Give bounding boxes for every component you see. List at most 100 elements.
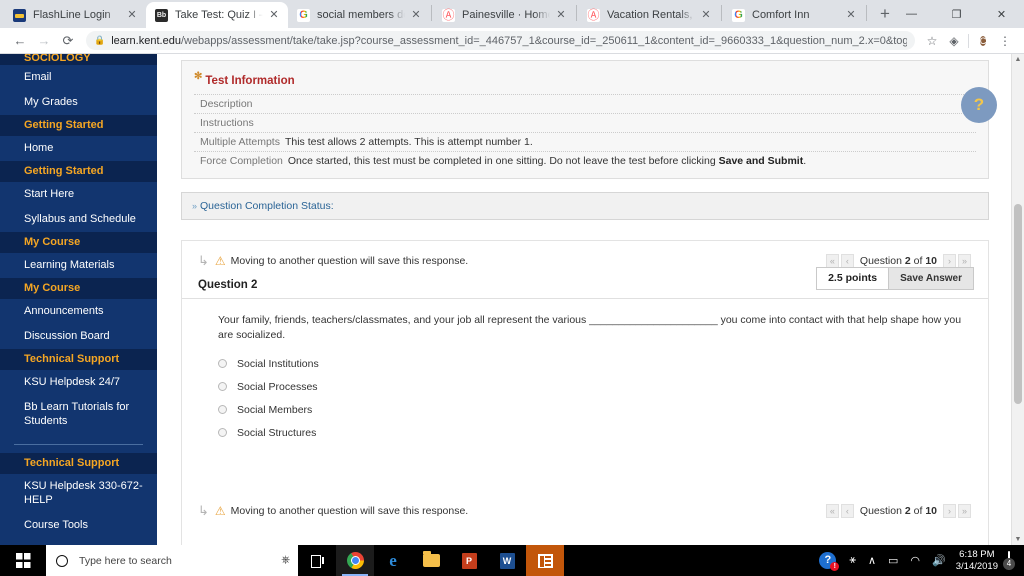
page-viewport: SOCIOLOGY Email My Grades Getting Starte… — [0, 54, 1024, 545]
close-icon[interactable]: ✕ — [409, 8, 423, 22]
test-information-title: ✻ Test Information — [194, 71, 976, 87]
taskbar-app-blackboard[interactable] — [526, 545, 564, 576]
reload-icon[interactable]: ⟳ — [56, 33, 80, 49]
first-question-button[interactable]: « — [825, 503, 839, 518]
last-question-button[interactable]: » — [958, 503, 971, 518]
clock[interactable]: 6:18 PM 3/14/2019 — [952, 549, 1006, 573]
scroll-up-icon[interactable]: ▲ — [1012, 56, 1024, 63]
volume-icon[interactable]: 🔊 — [926, 554, 952, 567]
url-domain: learn.kent.edu — [111, 34, 181, 47]
browser-tab-painesville[interactable]: Painesville · Homes · Air ✕ — [433, 2, 575, 28]
sidebar-item-home[interactable]: Home — [0, 136, 157, 161]
tab-strip: FlashLine Login ✕ Take Test: Quiz I – SO… — [0, 0, 1024, 28]
browser-tab-vacation-rentals[interactable]: Vacation Rentals, Home ✕ — [578, 2, 720, 28]
answer-label: Social Structures — [237, 426, 317, 439]
browser-tab-take-test[interactable]: Take Test: Quiz I – SOC ✕ — [146, 2, 288, 28]
people-icon[interactable]: ⚹ — [843, 554, 862, 567]
help-tray-icon[interactable]: ?! — [819, 552, 840, 571]
browser-tab-social-members[interactable]: social members def - G ✕ — [288, 2, 430, 28]
radio-button-icon[interactable] — [218, 382, 227, 392]
content-scroll-area: ✻ Test Information Description Instructio… — [157, 54, 1011, 545]
taskbar-app-file-explorer[interactable] — [412, 545, 450, 576]
back-icon[interactable]: ← — [8, 33, 32, 48]
close-icon[interactable]: ✕ — [844, 8, 858, 22]
search-input[interactable]: Type here to search ⎈ — [46, 545, 298, 576]
browser-tab-comfort-inn[interactable]: Comfort Inn ✕ — [723, 2, 865, 28]
minimize-button[interactable]: — — [889, 8, 934, 20]
maximize-button[interactable]: ❐ — [934, 8, 979, 21]
question-completion-status-link[interactable]: Question Completion Status: — [200, 200, 334, 212]
last-question-button[interactable]: » — [958, 253, 971, 268]
answer-option-social-processes[interactable]: Social Processes — [218, 376, 970, 399]
question-completion-status-bar[interactable]: » Question Completion Status: — [181, 191, 989, 220]
window-close-button[interactable]: ✕ — [979, 8, 1024, 21]
answer-option-social-institutions[interactable]: Social Institutions — [218, 353, 970, 376]
radio-button-icon[interactable] — [218, 359, 227, 369]
browser-tab-flashline-login[interactable]: FlashLine Login ✕ — [4, 2, 146, 28]
sidebar-item-course-tools[interactable]: Course Tools — [0, 513, 157, 538]
next-question-button[interactable]: › — [943, 503, 956, 518]
flashline-icon — [13, 8, 26, 22]
browser-menu-icon[interactable]: ⋮ — [994, 34, 1016, 48]
radio-button-icon[interactable] — [218, 405, 227, 415]
forward-icon[interactable]: → — [32, 33, 56, 48]
task-view-button[interactable] — [298, 545, 336, 576]
sidebar-item-ksu-helpdesk-247[interactable]: KSU Helpdesk 24/7 — [0, 370, 157, 395]
tab-title: Painesville · Homes · Air — [462, 9, 550, 21]
taskbar-app-word[interactable]: W — [488, 545, 526, 576]
sidebar-header-getting-started-1: Getting Started — [0, 115, 157, 136]
close-icon[interactable]: ✕ — [125, 8, 139, 22]
next-question-button[interactable]: › — [943, 253, 956, 268]
sidebar-item-bb-learn-tutorials[interactable]: Bb Learn Tutorials for Students — [0, 395, 157, 434]
battery-icon[interactable]: ▭ — [882, 554, 904, 567]
points-and-save-box: 2.5 points Save Answer — [816, 266, 974, 290]
sidebar-item-discussion-board[interactable]: Discussion Board — [0, 324, 157, 349]
url-text: learn.kent.edu/webapps/assessment/take/t… — [111, 35, 907, 47]
scrollbar-thumb[interactable] — [1014, 204, 1022, 404]
word-icon: W — [499, 552, 515, 569]
question-heading: Question 2 2.5 points Save Answer — [182, 266, 988, 299]
action-center-button[interactable]: 4 — [1003, 550, 1018, 570]
first-question-button[interactable]: « — [825, 253, 839, 268]
google-icon — [297, 8, 310, 22]
sidebar-item-ksu-helpdesk-phone[interactable]: KSU Helpdesk 330-672-HELP — [0, 474, 157, 513]
question-counter-of: of — [913, 504, 923, 517]
radio-button-icon[interactable] — [218, 428, 227, 438]
previous-question-button[interactable]: ‹ — [840, 253, 854, 268]
sidebar-item-start-here[interactable]: Start Here — [0, 182, 157, 207]
sidebar-item-announcements[interactable]: Announcements — [0, 299, 157, 324]
sidebar-item-syllabus-and-schedule[interactable]: Syllabus and Schedule — [0, 207, 157, 232]
taskbar-app-powerpoint[interactable]: P — [450, 545, 488, 576]
help-button[interactable]: ? — [961, 87, 997, 123]
sidebar-item-learning-materials[interactable]: Learning Materials — [0, 253, 157, 278]
save-answer-button[interactable]: Save Answer — [888, 267, 973, 289]
shield-icon[interactable]: ◈ — [943, 34, 965, 48]
answer-options: Social Institutions Social Processes Soc… — [218, 353, 970, 445]
close-icon[interactable]: ✕ — [554, 8, 568, 22]
close-icon[interactable]: ✕ — [699, 8, 713, 22]
tab-separator — [721, 4, 722, 21]
warning-icon: ⚠ — [214, 503, 226, 518]
start-button[interactable] — [0, 545, 46, 576]
microphone-icon[interactable]: ⎈ — [281, 554, 290, 567]
answer-option-social-members[interactable]: Social Members — [218, 399, 970, 422]
close-icon[interactable]: ✕ — [267, 8, 281, 22]
answer-option-social-structures[interactable]: Social Structures — [218, 422, 970, 445]
scroll-down-icon[interactable]: ▼ — [1012, 536, 1024, 543]
blackboard-icon — [155, 8, 168, 22]
profile-avatar[interactable]: C — [972, 33, 994, 49]
taskbar-app-chrome[interactable] — [336, 545, 374, 576]
sidebar-item-email[interactable]: Email — [0, 65, 157, 90]
taskbar-app-edge[interactable]: e — [374, 545, 412, 576]
address-bar[interactable]: 🔒 learn.kent.edu/webapps/assessment/take… — [86, 31, 915, 50]
search-placeholder: Type here to search — [79, 554, 172, 567]
sidebar-item-my-grades[interactable]: My Grades — [0, 90, 157, 115]
bookmark-star-icon[interactable]: ☆ — [921, 34, 943, 48]
page-scrollbar[interactable]: ▲ ▼ — [1011, 54, 1024, 545]
previous-question-button[interactable]: ‹ — [840, 503, 854, 518]
row-value: This test allows 2 attempts. This is att… — [284, 135, 533, 148]
show-hidden-icons-chevron[interactable]: ∧ — [862, 554, 882, 567]
wifi-icon[interactable]: ◠ — [904, 554, 926, 567]
powerpoint-icon: P — [461, 552, 477, 569]
course-menu-sidebar: SOCIOLOGY Email My Grades Getting Starte… — [0, 54, 157, 545]
